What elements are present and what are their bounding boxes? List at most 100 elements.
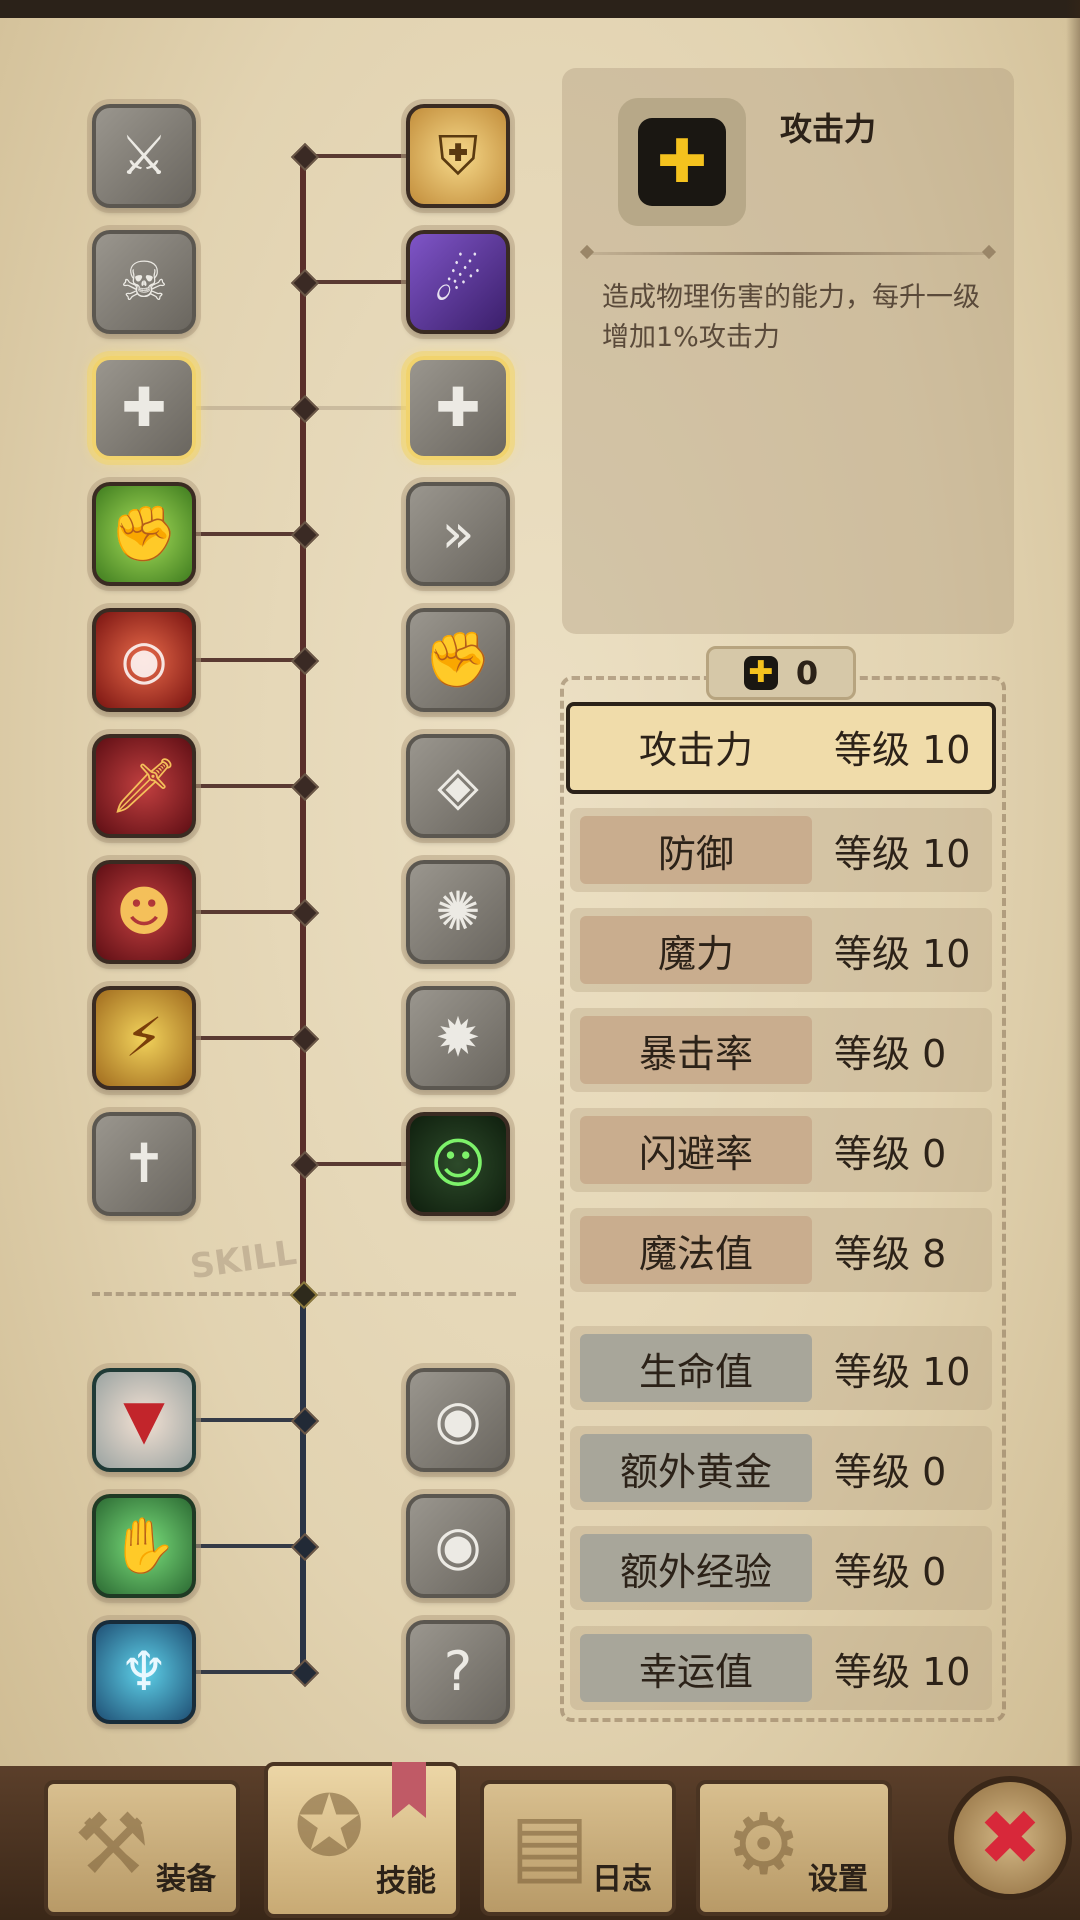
tab-journal[interactable]: ▤ 日志 [480,1780,676,1916]
rock-smash-icon[interactable]: ✊ [406,608,510,712]
stat-level: 等级 0 [834,1449,947,1494]
tree-node [290,646,320,676]
tab-equipment[interactable]: ⚒ 装备 [44,1780,240,1916]
eye-chest-icon-glyph: ◉ [434,1514,482,1577]
stat-row[interactable]: 额外经验 等级 0 [570,1526,992,1610]
stat-row[interactable]: 暴击率 等级 0 [570,1008,992,1092]
journal-icon: ▤ [510,1795,590,1893]
stat-row[interactable]: 魔力 等级 10 [570,908,992,992]
stat-row[interactable]: 生命值 等级 10 [570,1326,992,1410]
tree-node [290,268,320,298]
tree-node [290,520,320,550]
eye-chest-icon[interactable]: ◉ [406,1494,510,1598]
vortex-icon[interactable]: ✹ [406,986,510,1090]
tree-node [290,1406,320,1436]
mystery-figure-icon[interactable]: ? [406,1620,510,1724]
stat-name: 幸运值 [580,1634,812,1702]
settings-icon: ⚙ [726,1795,802,1893]
tree-node [290,898,320,928]
shadow-spin-icon[interactable]: ◉ [92,608,196,712]
stat-name: 额外黄金 [580,1434,812,1502]
lightning-aura-icon-glyph: ♆ [119,1640,169,1703]
shadow-ninja-icon-glyph: ☻ [115,880,173,943]
rock-smash-icon-glyph: ✊ [424,628,492,691]
skill-tree: SKILL ⚔ ⛨ ☠ ☄ ✚ ✚ ✊ » ◉ ✊ 🗡 ◈ ☻ ✺ ⚡ ✹ ✝ ☺ ▼ ◉ ✋ ◉ ♆? [0,0,560,1760]
dash-icon[interactable]: » [406,482,510,586]
vortex-icon-glyph: ✹ [435,1006,481,1069]
flaming-dagger-icon[interactable]: 🗡 [92,734,196,838]
holy-shield-icon-glyph: ⛨ [437,124,479,187]
dark-strike-icon[interactable]: ☄ [406,230,510,334]
shadow-ninja-icon[interactable]: ☻ [92,860,196,964]
tree-branch [196,1036,303,1040]
radiant-eye-icon[interactable]: ◈ [406,734,510,838]
leaping-kick-icon[interactable]: ☠ [92,230,196,334]
whirlwind-slash-icon[interactable]: ✺ [406,860,510,964]
magic-plus-icon-glyph: ✚ [435,376,481,439]
stat-level: 等级 10 [834,831,971,876]
tree-branch [196,1544,303,1548]
tree-branch [196,910,303,914]
tree-node [290,142,320,172]
healing-ghost-icon-glyph: ☺ [429,1132,487,1195]
leaping-kick-icon-glyph: ☠ [119,250,169,313]
tree-branch [196,1418,303,1422]
blade-slash-icon[interactable]: ⚔ [92,104,196,208]
tree-branch [196,1670,303,1674]
tree-branch [196,658,303,662]
treasure-grab-icon-glyph: ✋ [110,1514,178,1577]
magic-plus-icon[interactable]: ✚ [406,356,510,460]
radiant-eye-icon-glyph: ◈ [437,754,479,817]
muscle-flex-icon-glyph: ✊ [110,502,178,565]
plus-icon: ✚ [743,656,778,690]
stat-row[interactable]: 防御 等级 10 [570,808,992,892]
skills-icon: ✪ [294,1777,365,1875]
shadow-spin-icon-glyph: ◉ [120,628,168,691]
stat-level: 等级 0 [834,1031,947,1076]
treasure-grab-icon[interactable]: ✋ [92,1494,196,1598]
plus-icon: ✚ [638,118,726,206]
skill-detail-panel: ✚ 攻击力 造成物理伤害的能力，每升一级增加1%攻击力 [562,68,1014,634]
tab-skills[interactable]: ✪ 技能 [264,1762,460,1918]
stat-level: 等级 0 [834,1549,947,1594]
skills-screen: SKILL ⚔ ⛨ ☠ ☄ ✚ ✚ ✊ » ◉ ✊ 🗡 ◈ ☻ ✺ ⚡ ✹ ✝ ☺ ▼ ◉ ✋ ◉ ♆? ✚ 攻击力 造成物… [0,0,1080,1920]
stat-row[interactable]: 幸运值 等级 10 [570,1626,992,1710]
lightning-aura-icon[interactable]: ♆ [92,1620,196,1724]
stat-level: 等级 10 [834,1349,971,1394]
muscle-flex-icon[interactable]: ✊ [92,482,196,586]
bonus-tree-trunk [300,1295,306,1675]
tab-label: 装备 [156,1862,216,1897]
tab-label: 设置 [808,1862,868,1897]
stat-level: 等级 8 [834,1231,947,1276]
lightning-warrior-icon[interactable]: ⚡ [92,986,196,1090]
stat-row[interactable]: 魔法值 等级 8 [570,1208,992,1292]
stat-level: 等级 10 [834,931,971,976]
stat-row[interactable]: 攻击力 等级 10 [566,702,996,794]
blade-slash-icon-glyph: ⚔ [119,124,169,187]
holy-shield-icon[interactable]: ⛨ [406,104,510,208]
stat-name: 暴击率 [580,1016,812,1084]
close-button[interactable]: ✖ [948,1776,1072,1900]
tree-node [290,1150,320,1180]
broken-sword-icon[interactable]: ✝ [92,1112,196,1216]
eye-shrine-icon-glyph: ◉ [434,1388,482,1451]
trap-shrine-icon[interactable]: ▼ [92,1368,196,1472]
stat-row[interactable]: 额外黄金 等级 0 [570,1426,992,1510]
attack-plus-icon[interactable]: ✚ [92,356,196,460]
tab-label: 日志 [592,1862,652,1897]
tab-label: 技能 [376,1864,436,1899]
close-icon: ✖ [978,1793,1042,1882]
tree-node [290,772,320,802]
eye-shrine-icon[interactable]: ◉ [406,1368,510,1472]
healing-ghost-icon[interactable]: ☺ [406,1112,510,1216]
tree-node [290,1532,320,1562]
detail-divider [582,252,994,255]
attack-plus-icon-glyph: ✚ [121,376,167,439]
tab-settings[interactable]: ⚙ 设置 [696,1780,892,1916]
tree-center-node [289,1280,319,1310]
whirlwind-slash-icon-glyph: ✺ [435,880,481,943]
right-border [1066,0,1080,1920]
skill-points-value: 0 [795,654,819,692]
detail-icon-frame: ✚ [618,98,746,226]
stat-row[interactable]: 闪避率 等级 0 [570,1108,992,1192]
